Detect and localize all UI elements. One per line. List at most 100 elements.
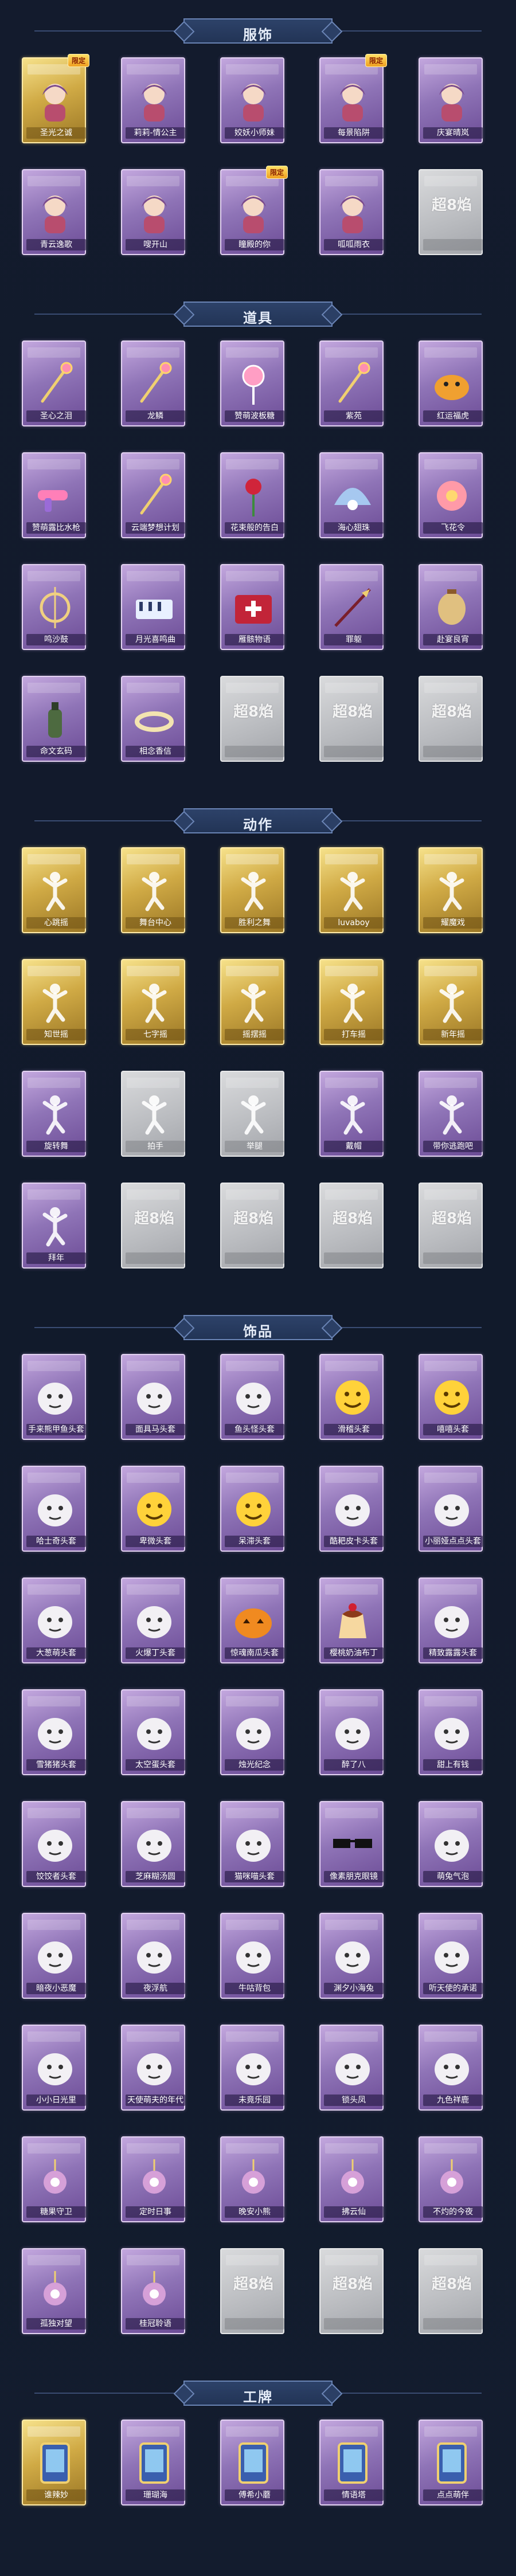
item-card[interactable]: 滑稽头套 — [318, 1354, 385, 1444]
item-card[interactable]: 惊魂南瓜头套 — [219, 1577, 286, 1668]
item-card[interactable]: 夜浮航 — [120, 1913, 186, 2003]
item-card[interactable]: 姣妖小师妹 — [219, 57, 286, 148]
item-card[interactable]: 七字摇 — [120, 959, 186, 1050]
item-card[interactable]: 太空蛋头套 — [120, 1689, 186, 1780]
item-card[interactable]: 芝麻糊汤圆 — [120, 1801, 186, 1892]
item-card[interactable]: 瞳殿的你 限定 — [219, 166, 288, 260]
item-card[interactable]: 火爆丁头套 — [120, 1577, 186, 1668]
item-card[interactable]: 雁骸物语 — [219, 564, 286, 655]
item-card[interactable]: 面具马头套 — [120, 1354, 186, 1444]
item-card[interactable]: 罪躯 — [318, 564, 385, 655]
empty-slot-card[interactable]: 超8焰 — [417, 676, 484, 766]
item-card[interactable]: 傅希小蘑 — [219, 2420, 286, 2510]
item-card[interactable]: 嗖开山 — [120, 169, 186, 260]
item-card[interactable]: 命文玄码 — [21, 676, 87, 766]
item-card[interactable]: 糖果守卫 — [21, 2136, 87, 2227]
item-card[interactable]: 手来熊甲鱼头套 — [21, 1354, 87, 1444]
item-card[interactable]: 拂云仙 — [318, 2136, 385, 2227]
item-card[interactable]: 天使萌夫的年代 — [120, 2025, 186, 2115]
item-card[interactable]: 莉莉-情公主 — [120, 57, 186, 148]
item-card[interactable]: 饺饺者头套 — [21, 1801, 87, 1892]
item-card[interactable]: 精致露露头套 — [417, 1577, 484, 1668]
empty-slot-card[interactable]: 超8焰 — [120, 1183, 186, 1273]
item-card[interactable]: 小丽娅点点头套 — [417, 1466, 484, 1556]
item-card[interactable]: 雪猪猪头套 — [21, 1689, 87, 1780]
item-card[interactable]: 摇摆摇 — [219, 959, 286, 1050]
item-card[interactable]: luvaboy — [318, 847, 385, 938]
item-card[interactable]: 渊夕小海兔 — [318, 1913, 385, 2003]
item-card[interactable]: 像素朋克眼镜 — [318, 1801, 385, 1892]
empty-slot-card[interactable]: 超8焰 — [417, 1183, 484, 1273]
item-card[interactable]: 龙鳞 — [120, 340, 186, 431]
item-card[interactable]: 大葱萌头套 — [21, 1577, 87, 1668]
empty-slot-card[interactable]: 超8焰 — [219, 676, 286, 766]
item-card[interactable]: 锁头凤 — [318, 2025, 385, 2115]
item-card[interactable]: 心跳摇 — [21, 847, 87, 938]
item-card[interactable]: 知世摇 — [21, 959, 87, 1050]
item-card[interactable]: 甜上有钱 — [417, 1689, 484, 1780]
item-card[interactable]: 呱呱雨衣 — [318, 169, 385, 260]
item-card[interactable]: 小小日光里 — [21, 2025, 87, 2115]
item-card[interactable]: 暗夜小恶魔 — [21, 1913, 87, 2003]
item-card[interactable]: 呆滞头套 — [219, 1466, 286, 1556]
item-card[interactable]: 卑微头套 — [120, 1466, 186, 1556]
item-card[interactable]: 耀魔戏 — [417, 847, 484, 938]
empty-slot-card[interactable]: 超8焰 — [219, 1183, 286, 1273]
item-card[interactable]: 打车摇 — [318, 959, 385, 1050]
item-card[interactable]: 未竟乐园 — [219, 2025, 286, 2115]
item-card[interactable]: 庆宴晴岚 — [417, 57, 484, 148]
item-card[interactable]: 孤独对望 — [21, 2248, 87, 2339]
item-card[interactable]: 拜年 — [21, 1183, 87, 1273]
item-card[interactable]: 月光喜鸣曲 — [120, 564, 186, 655]
item-card[interactable]: 听天使的承诺 — [417, 1913, 484, 2003]
item-card[interactable]: 醉了八 — [318, 1689, 385, 1780]
item-card[interactable]: 赴宴良宵 — [417, 564, 484, 655]
item-card[interactable]: 云端梦想计划 — [120, 452, 186, 543]
item-card[interactable]: 定时日事 — [120, 2136, 186, 2227]
item-card[interactable]: 哈士奇头套 — [21, 1466, 87, 1556]
empty-slot-card[interactable]: 超8焰 — [417, 2248, 484, 2339]
empty-slot-card[interactable]: 超8焰 — [318, 1183, 385, 1273]
item-card[interactable]: 谁辣妙 — [21, 2420, 87, 2510]
item-card[interactable]: 圣光之诚 限定 — [21, 54, 89, 148]
item-card[interactable]: 桂冠聆语 — [120, 2248, 186, 2339]
item-card[interactable]: 拍手 — [120, 1071, 186, 1161]
empty-slot-card[interactable]: 超8焰 — [318, 2248, 385, 2339]
item-card[interactable]: 举腿 — [219, 1071, 286, 1161]
item-card[interactable]: 带你逃跑吧 — [417, 1071, 484, 1161]
item-card[interactable]: 鸣沙鼓 — [21, 564, 87, 655]
item-card[interactable]: 舞台中心 — [120, 847, 186, 938]
item-card[interactable]: 珊瑚海 — [120, 2420, 186, 2510]
item-card[interactable]: 花束般的告白 — [219, 452, 286, 543]
item-card[interactable]: 萌兔气泡 — [417, 1801, 484, 1892]
item-card[interactable]: 鱼头怪头套 — [219, 1354, 286, 1444]
item-card[interactable]: 猫咪喵头套 — [219, 1801, 286, 1892]
item-card[interactable]: 赞萌露比水枪 — [21, 452, 87, 543]
empty-slot-card[interactable]: 超8焰 — [318, 676, 385, 766]
item-card[interactable]: 烛光纪念 — [219, 1689, 286, 1780]
item-card[interactable]: 晚安小熊 — [219, 2136, 286, 2227]
item-card[interactable]: 胜利之舞 — [219, 847, 286, 938]
item-card[interactable]: 点点萌伴 — [417, 2420, 484, 2510]
item-card[interactable]: 青云逸歌 — [21, 169, 87, 260]
item-card[interactable]: 酷耙皮卡头套 — [318, 1466, 385, 1556]
item-card[interactable]: 海心翅珠 — [318, 452, 385, 543]
item-card[interactable]: 紫苑 — [318, 340, 385, 431]
item-card[interactable]: 牛咕背包 — [219, 1913, 286, 2003]
empty-slot-card[interactable]: 超8焰 — [219, 2248, 286, 2339]
item-card[interactable]: 樱桃奶油布丁 — [318, 1577, 385, 1668]
item-card[interactable]: 嘻嘻头套 — [417, 1354, 484, 1444]
item-card[interactable]: 赞萌波板糖 — [219, 340, 286, 431]
empty-slot-card[interactable]: 超8焰 — [417, 169, 484, 260]
item-card[interactable]: 圣心之泪 — [21, 340, 87, 431]
item-card[interactable]: 九色祥鹿 — [417, 2025, 484, 2115]
item-card[interactable]: 旋转舞 — [21, 1071, 87, 1161]
item-card[interactable]: 相念香信 — [120, 676, 186, 766]
item-card[interactable]: 飞花令 — [417, 452, 484, 543]
item-card[interactable]: 红运福虎 — [417, 340, 484, 431]
item-card[interactable]: 不灼的今夜 — [417, 2136, 484, 2227]
item-card[interactable]: 每景陷阱 限定 — [318, 54, 387, 148]
item-card[interactable]: 情语塔 — [318, 2420, 385, 2510]
item-card[interactable]: 戴帽 — [318, 1071, 385, 1161]
item-card[interactable]: 新年摇 — [417, 959, 484, 1050]
